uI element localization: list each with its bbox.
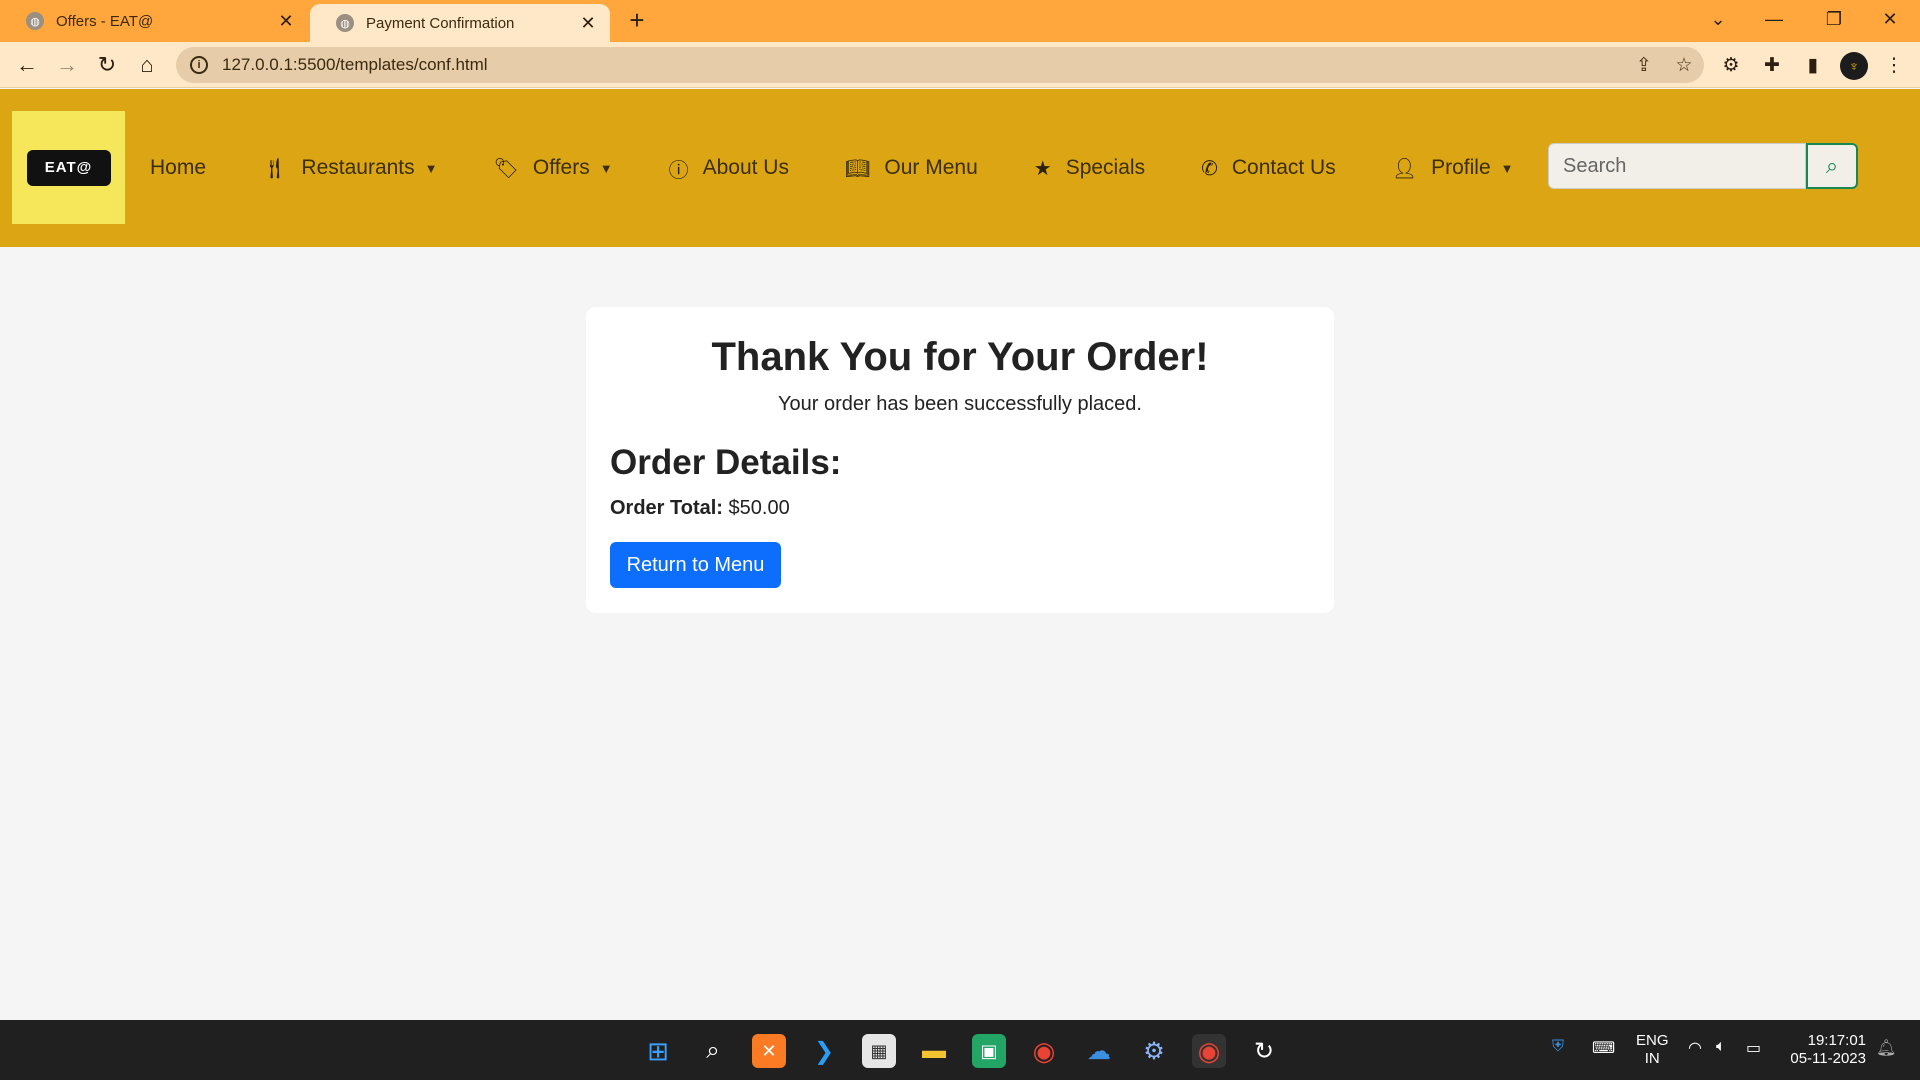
nav-restaurants[interactable]: 🍴︎ Restaurants ▼ <box>262 156 438 181</box>
logo-text: EAT@ <box>26 149 111 186</box>
tab-search-icon[interactable]: ⌄ <box>1690 0 1746 40</box>
close-icon[interactable]: ✕ <box>576 13 600 34</box>
clock-date: 05-11-2023 <box>1790 1050 1866 1067</box>
browser-toolbar: ← → ↻ ⌂ i 127.0.0.1:5500/templates/conf.… <box>0 42 1920 88</box>
new-tab-button[interactable]: + <box>622 6 652 36</box>
close-icon[interactable]: ✕ <box>274 11 298 32</box>
back-button[interactable]: ← <box>12 50 42 80</box>
volume-icon[interactable]: 🔈︎ <box>1716 1038 1726 1056</box>
chrome-icon[interactable]: ◉ <box>1027 1034 1061 1068</box>
search-button[interactable]: ⌕ <box>1806 143 1858 189</box>
home-button[interactable]: ⌂ <box>132 50 162 80</box>
clock[interactable]: 19:17:01 05-11-2023 <box>1786 1032 1866 1068</box>
share-icon[interactable]: ⇪ <box>1624 54 1664 77</box>
nav-about-us[interactable]: ⓘ About Us <box>669 154 789 183</box>
chrome-profile-icon[interactable]: ◉ <box>1192 1034 1226 1068</box>
restore-button[interactable]: ❐ <box>1806 0 1862 40</box>
site-info-icon[interactable]: i <box>190 56 208 74</box>
language-indicator[interactable]: ENG IN <box>1636 1032 1669 1068</box>
nav-links: Home 🍴︎ Restaurants ▼ 🏷︎ Offers ▼ ⓘ Abou… <box>150 89 1570 247</box>
bookmark-star-icon[interactable]: ☆ <box>1664 54 1704 77</box>
onedrive-icon[interactable]: ☁ <box>1082 1034 1116 1068</box>
xampp-icon[interactable]: ✕ <box>752 1034 786 1068</box>
browser-tab-offers[interactable]: ◍ Offers - EAT@ ✕ <box>0 0 308 42</box>
settings-gear-icon[interactable]: ⚙ <box>1137 1034 1171 1068</box>
confirmation-card: Thank You for Your Order! Your order has… <box>586 307 1334 613</box>
caret-down-icon: ▼ <box>1500 160 1514 176</box>
tags-icon: 🏷︎ <box>493 157 519 180</box>
battery-icon[interactable]: ▭ <box>1746 1038 1761 1058</box>
reload-button[interactable]: ↻ <box>92 50 122 80</box>
nav-label: Home <box>150 156 207 179</box>
classroom-icon[interactable]: ▣ <box>972 1034 1006 1068</box>
tab-title: Payment Confirmation <box>366 14 515 32</box>
file-explorer-icon[interactable]: ▬ <box>917 1034 951 1068</box>
utensils-icon: 🍴︎ <box>262 157 288 180</box>
nav-label: Specials <box>1065 156 1146 179</box>
extension-icon[interactable]: ⚙ <box>1717 52 1745 80</box>
vscode-icon[interactable]: ❯ <box>807 1034 841 1068</box>
region-code: IN <box>1644 1050 1660 1067</box>
site-logo[interactable]: EAT@ <box>12 111 125 224</box>
order-total-label: Order Total: <box>610 497 723 519</box>
nav-profile[interactable]: 👤︎ Profile ▼ <box>1392 156 1514 181</box>
order-total: Order Total: $50.00 <box>610 497 790 520</box>
browser-tab-strip: ◍ Offers - EAT@ ✕ ◍ Payment Confirmation… <box>0 0 1920 42</box>
search-input[interactable] <box>1548 143 1806 189</box>
nav-label: Restaurants <box>301 156 415 179</box>
star-icon: ★ <box>1033 157 1052 180</box>
browser-profile-avatar[interactable]: ♆ <box>1840 52 1868 80</box>
minimize-button[interactable]: — <box>1746 0 1802 40</box>
confirmation-message: Your order has been successfully placed. <box>778 393 1142 415</box>
puzzle-icon[interactable]: ✚ <box>1758 52 1786 80</box>
info-circle-icon: ⓘ <box>668 159 689 182</box>
language-code: ENG <box>1636 1032 1669 1049</box>
side-panel-icon[interactable]: ▮ <box>1799 52 1827 80</box>
nav-label: Profile <box>1431 156 1491 179</box>
nav-label: About Us <box>702 156 789 179</box>
clock-time: 19:17:01 <box>1807 1032 1866 1049</box>
return-to-menu-button[interactable]: Return to Menu <box>610 542 781 588</box>
store-icon[interactable]: ▦ <box>862 1034 896 1068</box>
nav-contact-us[interactable]: ✆ Contact Us <box>1201 156 1336 181</box>
caret-down-icon: ▼ <box>599 160 613 176</box>
window-close-button[interactable]: ✕ <box>1862 0 1918 40</box>
nav-our-menu[interactable]: 📖︎ Our Menu <box>845 156 978 181</box>
nav-specials[interactable]: ★ Specials <box>1034 156 1145 181</box>
nav-label: Our Menu <box>884 156 978 179</box>
order-total-value: $50.00 <box>728 497 790 519</box>
nav-label: Contact Us <box>1231 156 1336 179</box>
address-bar[interactable]: i 127.0.0.1:5500/templates/conf.html ⇪ ☆ <box>176 47 1704 83</box>
menu-kebab-icon[interactable]: ⋮ <box>1880 52 1908 80</box>
keyboard-icon[interactable]: ⌨ <box>1592 1038 1615 1058</box>
nav-home[interactable]: Home <box>150 156 206 180</box>
caret-down-icon: ▼ <box>424 160 438 176</box>
notification-bell-icon[interactable]: 🔔︎ <box>1876 1038 1896 1058</box>
tab-title: Offers - EAT@ <box>56 12 154 30</box>
phone-icon: ✆ <box>1201 157 1218 180</box>
security-shield-icon[interactable]: ⛨ <box>1552 1038 1564 1056</box>
windows-start-icon[interactable]: ⊞ <box>641 1034 675 1068</box>
user-icon: 👤︎ <box>1391 157 1418 180</box>
sync-app-icon[interactable]: ↻ <box>1247 1034 1281 1068</box>
browser-tab-payment-confirmation[interactable]: ◍ Payment Confirmation ✕ <box>310 4 610 42</box>
search-icon[interactable]: ⌕ <box>696 1034 730 1068</box>
book-open-icon: 📖︎ <box>844 157 871 180</box>
nav-label: Offers <box>532 156 590 179</box>
wifi-icon[interactable]: ◠ <box>1688 1038 1702 1058</box>
nav-offers[interactable]: 🏷︎ Offers ▼ <box>494 156 613 181</box>
url-text[interactable]: 127.0.0.1:5500/templates/conf.html <box>222 55 1624 75</box>
order-details-heading: Order Details: <box>610 443 842 482</box>
site-navbar: EAT@ Home 🍴︎ Restaurants ▼ 🏷︎ Offers ▼ ⓘ… <box>0 89 1920 247</box>
forward-button[interactable]: → <box>52 50 82 80</box>
search-icon: ⌕ <box>1825 153 1839 178</box>
globe-icon: ◍ <box>336 14 354 32</box>
globe-icon: ◍ <box>26 12 44 30</box>
search-form: ⌕ <box>1548 143 1858 189</box>
page-title: Thank You for Your Order! <box>711 335 1209 379</box>
windows-taskbar: ⊞ ⌕ ✕ ❯ ▦ ▬ ▣ ◉ ☁ ⚙ ◉ ↻ ⛨ ⌨ ENG IN ◠ 🔈︎ … <box>0 1020 1920 1080</box>
